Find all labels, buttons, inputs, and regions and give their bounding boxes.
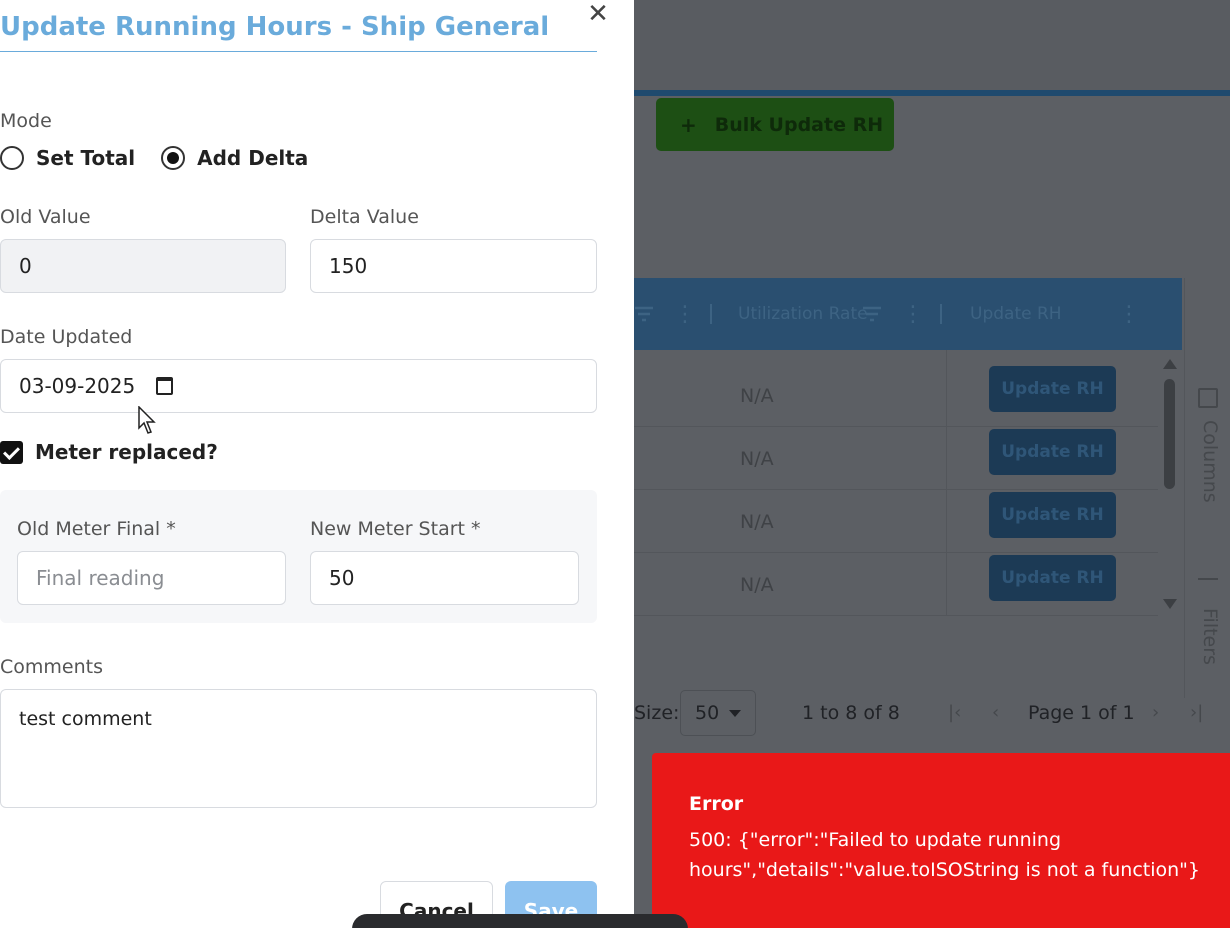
column-separator [940,304,942,324]
update-rh-button[interactable]: Update RH [989,429,1116,475]
add-delta-radio[interactable] [161,146,186,170]
row-range-text: 1 to 8 of 8 [802,702,900,724]
table-row: N/A Update RH [634,553,1158,616]
comments-text: test comment [19,708,152,730]
add-delta-label[interactable]: Add Delta [197,146,308,170]
update-rh-button[interactable]: Update RH [989,492,1116,538]
filters-icon[interactable] [1198,578,1218,592]
page-indicator: Page 1 of 1 [1028,702,1135,724]
grid-scrollbar[interactable] [1158,355,1182,613]
side-panel: Columns Filters [1184,278,1230,698]
old-value-text: 0 [19,254,32,278]
new-meter-start-text: 50 [329,566,355,590]
column-divider [946,350,947,616]
meter-replacement-section: Old Meter Final * Final reading New Mete… [0,490,597,623]
bulk-update-label: Bulk Update RH [714,113,884,136]
page-size-select[interactable]: 50 [680,690,756,736]
toast-message: 500: {"error":"Failed to update running … [689,829,1200,881]
old-meter-final-placeholder: Final reading [36,566,165,590]
bulk-update-button[interactable]: + Bulk Update RH [656,98,894,151]
caret-down-icon [729,709,742,717]
utilization-cell: N/A [740,574,774,596]
utilization-cell: N/A [740,448,774,470]
close-icon[interactable]: ✕ [586,1,610,27]
page-size-value: 50 [695,702,720,724]
last-page-icon[interactable]: ›| [1190,702,1203,723]
toast-title: Error [689,793,744,815]
first-page-icon[interactable]: |‹ [948,702,961,723]
delta-value-label: Delta Value [310,206,419,228]
meter-replaced-label[interactable]: Meter replaced? [35,440,218,464]
calendar-icon[interactable] [156,377,173,395]
next-page-icon[interactable]: › [1152,702,1159,723]
comments-textarea[interactable]: test comment [0,689,597,808]
old-value-label: Old Value [0,206,91,228]
scroll-down-icon[interactable] [1163,599,1177,609]
filters-tab[interactable]: Filters [1199,608,1221,665]
bottom-overlay-bar [352,914,688,928]
set-total-radio[interactable] [0,146,24,170]
delta-value-field[interactable]: 150 [310,239,597,293]
update-running-hours-drawer: ✕ Update Running Hours - Ship General Mo… [0,0,634,928]
date-updated-field[interactable]: 03-09-2025 [0,359,597,413]
pagination-bar: Size: 50 1 to 8 of 8 |‹ ‹ Page 1 of 1 › … [634,690,1230,736]
delta-value-text: 150 [329,254,368,278]
date-value-text: 03-09-2025 [19,374,136,398]
update-rh-button[interactable]: Update RH [989,366,1116,412]
column-menu-icon[interactable]: ⋮ [674,278,696,350]
scrollbar-thumb[interactable] [1164,379,1175,489]
grid-header: ⋮ Utilization Rate ⋮ Update RH ⋮ [634,278,1182,350]
mode-label: Mode [0,110,52,132]
columns-icon[interactable] [1198,388,1218,408]
old-meter-final-label: Old Meter Final * [17,518,176,540]
old-meter-final-field[interactable]: Final reading [17,551,286,605]
column-header-update-rh[interactable]: Update RH [970,278,1062,350]
filter-icon[interactable] [862,278,882,350]
page-size-label: Size: [634,702,680,724]
comments-label: Comments [0,656,103,678]
column-header-utilization[interactable]: Utilization Rate [738,278,868,350]
set-total-label[interactable]: Set Total [36,146,135,170]
plus-icon: + [680,112,697,137]
grid-body: N/A Update RH N/A Update RH N/A Update R… [634,350,1182,616]
column-menu-icon[interactable]: ⋮ [902,278,924,350]
scroll-up-icon[interactable] [1163,359,1177,369]
columns-tab[interactable]: Columns [1199,420,1221,503]
date-updated-label: Date Updated [0,326,133,348]
update-rh-button[interactable]: Update RH [989,555,1116,601]
error-toast[interactable]: Error 500: {"error":"Failed to update ru… [652,753,1230,928]
column-separator [710,304,712,324]
mouse-cursor-icon [138,406,156,434]
column-menu-icon[interactable]: ⋮ [1118,278,1140,350]
filter-icon[interactable] [634,278,654,350]
utilization-cell: N/A [740,385,774,407]
meter-replaced-checkbox[interactable] [0,441,23,464]
mode-radio-group: Set Total Add Delta [0,146,308,170]
table-row: N/A Update RH [634,364,1158,427]
new-meter-start-label: New Meter Start * [310,518,481,540]
utilization-cell: N/A [740,511,774,533]
table-row: N/A Update RH [634,490,1158,553]
title-divider [0,51,597,52]
drawer-title: Update Running Hours - Ship General [0,12,550,42]
old-value-field: 0 [0,239,286,293]
table-row: N/A Update RH [634,427,1158,490]
new-meter-start-field[interactable]: 50 [310,551,579,605]
previous-page-icon[interactable]: ‹ [992,702,999,723]
